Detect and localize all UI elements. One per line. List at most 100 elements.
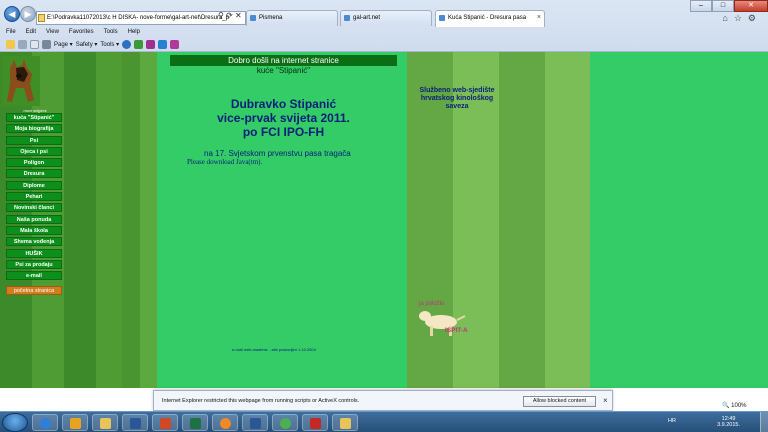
zoom-level[interactable]: 🔍 100% <box>722 402 747 409</box>
menu-edit[interactable]: Edit <box>26 26 36 38</box>
mail-icon[interactable] <box>30 40 39 49</box>
tab-kuca-stipanic[interactable]: Kuća Stipanić - Dresura pasa × <box>435 10 545 27</box>
exam-label[interactable]: ISPIT-A <box>445 327 468 334</box>
nav-home[interactable]: početna stranica <box>6 286 62 296</box>
title-line: Dubravko Stipanić <box>230 97 337 111</box>
nav-pehari[interactable]: Pehari <box>6 192 62 202</box>
nav-psi[interactable]: Psi <box>6 135 62 145</box>
print-icon[interactable] <box>42 40 51 49</box>
close-notification-icon[interactable]: × <box>603 396 608 405</box>
refresh-icon[interactable]: ⟳ <box>226 11 233 20</box>
menu-bar: File Edit View Favorites Tools Help <box>0 26 768 38</box>
nav-psi-za-prodaju[interactable]: Psi za prodaju <box>6 259 62 269</box>
start-button[interactable] <box>2 413 28 432</box>
close-tab-icon[interactable]: × <box>537 11 541 25</box>
title-line: po FCI IPO-FH <box>242 125 325 139</box>
acrobat-icon <box>310 418 321 429</box>
excel-icon <box>190 418 201 429</box>
taskbar-app[interactable] <box>332 414 358 431</box>
official-line: hrvatskog kinološkog <box>420 95 494 102</box>
home-icon[interactable]: ⌂ <box>722 13 733 23</box>
addon-icon[interactable] <box>146 40 156 49</box>
title-line: vice-prvak svijeta 2011. <box>217 111 350 125</box>
allow-blocked-content-button[interactable]: Allow blocked content <box>523 396 596 407</box>
grass-background <box>122 52 157 388</box>
java-notice[interactable]: Please download Java(tm). <box>187 158 262 166</box>
address-tools[interactable]: ⚲ ⟳ ✕ <box>218 11 242 20</box>
taskbar-chrome[interactable] <box>272 414 298 431</box>
minimize-button[interactable]: – <box>690 0 712 12</box>
addon-icon[interactable] <box>134 40 144 49</box>
nav-novinski-clanci[interactable]: Novinski članci <box>6 203 62 213</box>
tools-menu[interactable]: Tools ▾ <box>100 41 119 48</box>
favorites-star-icon[interactable]: ☆ <box>734 13 748 23</box>
chrome-icon <box>280 418 291 429</box>
word-icon <box>130 418 141 429</box>
help-icon[interactable] <box>122 40 132 49</box>
menu-tools[interactable]: Tools <box>104 26 118 38</box>
nav-shema-vodenja[interactable]: Shema vođenja <box>6 237 62 247</box>
taskbar-explorer[interactable] <box>92 414 118 431</box>
page-menu[interactable]: Page ▾ <box>54 41 73 48</box>
nav-diplome[interactable]: Diplome <box>6 180 62 190</box>
tab-label: gal-art.net <box>353 15 381 21</box>
maximize-button[interactable]: □ <box>712 0 734 12</box>
side-panel <box>590 52 768 388</box>
media-player-icon <box>220 418 231 429</box>
tab-pismena[interactable]: Pismena <box>246 10 338 26</box>
menu-view[interactable]: View <box>46 26 59 38</box>
window-controls: – □ ✕ <box>690 0 768 12</box>
nav-mala-skola[interactable]: Mala škola <box>6 225 62 235</box>
language-indicator[interactable]: HR <box>668 418 676 424</box>
addon-icon[interactable] <box>170 40 180 49</box>
sidebar-nav: kuća "Stipanić" Moja biografija Psi Ojec… <box>6 113 62 297</box>
stop-icon[interactable]: ✕ <box>235 11 242 20</box>
nav-moja-biografija[interactable]: Moja biografija <box>6 124 62 134</box>
taskbar-word2[interactable] <box>242 414 268 431</box>
taskbar-media[interactable] <box>212 414 238 431</box>
address-bar[interactable]: E:\Podravka11072013\c H DISKA- nove-form… <box>36 11 246 25</box>
address-text: E:\Podravka11072013\c H DISKA- nove-form… <box>47 15 229 21</box>
footer-note[interactable]: e-mail web-mastera: ..site postavljen 1.… <box>232 347 316 352</box>
safety-menu[interactable]: Safety ▾ <box>76 41 98 48</box>
gear-icon[interactable]: ⚙ <box>748 13 762 23</box>
show-desktop-button[interactable] <box>760 412 768 432</box>
official-site-link[interactable]: Službeno web-sjedište hrvatskog kinološk… <box>407 87 507 111</box>
nav-poligon[interactable]: Poligon <box>6 158 62 168</box>
taskbar-outlook[interactable] <box>62 414 88 431</box>
page-icon <box>38 14 45 22</box>
nav-husik[interactable]: HUŠIK <box>6 248 62 258</box>
taskbar-word[interactable] <box>122 414 148 431</box>
back-button[interactable]: ◀ <box>4 6 20 22</box>
blocked-content-bar: Internet Explorer restricted this webpag… <box>153 390 613 411</box>
folder-icon <box>100 418 111 429</box>
feeds-icon[interactable] <box>18 40 27 49</box>
taskbar-powerpoint[interactable] <box>152 414 178 431</box>
close-window-button[interactable]: ✕ <box>734 0 768 12</box>
browser-chrome: ◀ ▶ E:\Podravka11072013\c H DISKA- nove-… <box>0 0 768 52</box>
taskbar-ie[interactable] <box>32 414 58 431</box>
taskbar-excel[interactable] <box>182 414 208 431</box>
tab-label: Pismena <box>259 15 283 21</box>
nav-kuca-stipanic[interactable]: kuća "Stipanić" <box>6 113 62 122</box>
word-icon <box>250 418 261 429</box>
folder-icon <box>340 418 351 429</box>
forward-button[interactable]: ▶ <box>20 6 36 22</box>
addon-icon[interactable] <box>158 40 168 49</box>
nav-ojeca-i-psi[interactable]: Ojeca i psi <box>6 146 62 156</box>
search-icon[interactable]: ⚲ <box>218 11 224 20</box>
nav-email[interactable]: e-mail <box>6 271 62 281</box>
menu-help[interactable]: Help <box>128 26 140 38</box>
taskbar-acrobat[interactable] <box>302 414 328 431</box>
tab-gal-art[interactable]: gal-art.net <box>340 10 432 26</box>
menu-favorites[interactable]: Favorites <box>69 26 94 38</box>
menu-file[interactable]: File <box>6 26 16 38</box>
nav-nasa-ponuda[interactable]: Naša ponuda <box>6 214 62 224</box>
official-line: saveza <box>445 103 469 110</box>
clock[interactable]: 12:49 3.9.2015. <box>717 416 740 428</box>
exam-caption: ja položio <box>419 301 445 307</box>
welcome-banner: Dobro došli na internet stranice <box>170 55 397 66</box>
nav-dresura[interactable]: Dresura <box>6 169 62 179</box>
german-shepherd-photo <box>2 56 40 106</box>
favorites-icon[interactable] <box>6 40 15 49</box>
